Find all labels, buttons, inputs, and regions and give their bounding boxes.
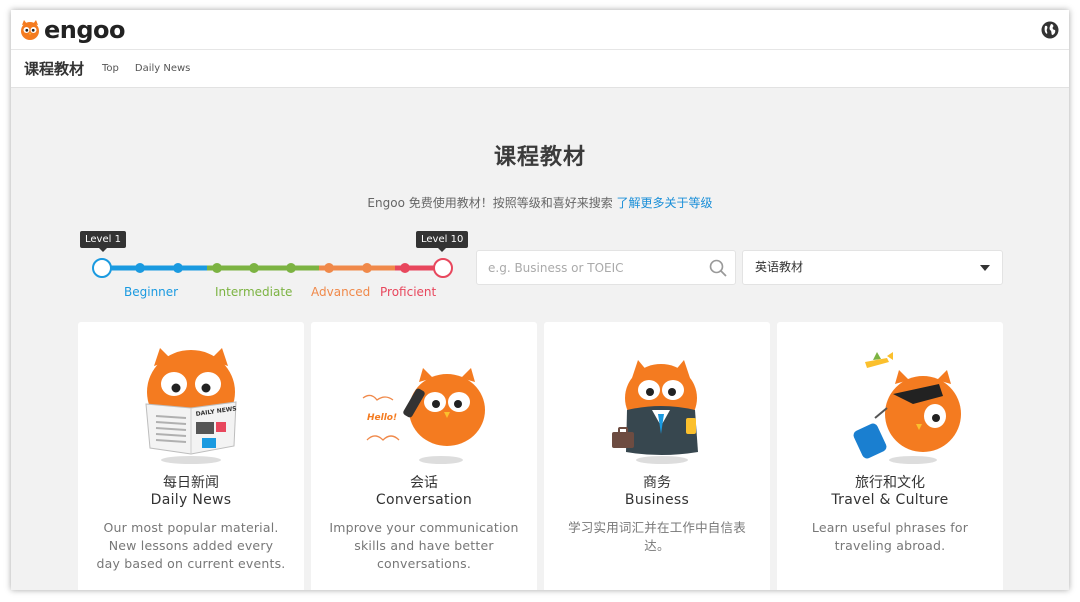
subnav-link-daily-news[interactable]: Daily News [135, 63, 191, 74]
category-select-value: 英语教材 [755, 260, 804, 274]
card-description: Learn useful phrases for traveling abroa… [811, 520, 969, 553]
subnav-title: 课程教材 [24, 60, 85, 78]
material-cards: DAILY NEWS 每日新闻 Daily News Our most popu… [78, 322, 1004, 590]
card-title-en: Business [624, 492, 690, 508]
intro-text-body: Engoo 免费使用教材！按照等级和喜好来搜索 [367, 196, 617, 210]
category-select[interactable]: 英语教材 [742, 250, 1003, 285]
level-label-advanced: Advanced [311, 285, 371, 299]
card-conversation[interactable]: Hello! 会话 Conversation Improve your comm… [311, 322, 537, 590]
card-title-cn: 每日新闻 [163, 475, 219, 491]
card-description: Our most popular material. New lessons a… [96, 520, 286, 571]
card-title-cn: 会话 [410, 475, 438, 491]
card-title-en: Conversation [375, 492, 473, 508]
level-dot-4 [212, 263, 222, 273]
card-business[interactable]: 商务 Business 学习实用词汇并在工作中自信表达。 [544, 322, 770, 590]
search-icon[interactable] [709, 259, 727, 277]
owl-business-icon [612, 360, 698, 464]
level-max-tag: Level 10 [416, 231, 469, 252]
level-label-proficient: Proficient [380, 285, 437, 299]
slider-handle-min[interactable] [92, 258, 112, 278]
globe-icon[interactable] [1041, 21, 1059, 39]
card-title-cn: 商务 [643, 475, 671, 491]
card-daily-news[interactable]: DAILY NEWS 每日新闻 Daily News Our most popu… [78, 322, 304, 590]
level-dot-6 [286, 263, 296, 273]
intro-text: Engoo 免费使用教材！按照等级和喜好来搜索 了解更多关于等级 [11, 194, 1069, 211]
chevron-down-icon [980, 265, 990, 271]
card-description: Improve your communication skills and ha… [329, 520, 519, 571]
level-dot-5 [249, 263, 259, 273]
search-input[interactable] [477, 251, 697, 284]
hello-bubble-text: Hello! [367, 413, 397, 423]
card-title-cn: 旅行和文化 [855, 475, 925, 491]
slider-handle-max[interactable] [433, 258, 453, 278]
page-title: 课程教材 [493, 145, 586, 170]
sub-navigation: 课程教材 Top Daily News [11, 50, 1069, 88]
owl-newspaper-icon: DAILY NEWS [145, 348, 237, 464]
logo-text: engoo [44, 16, 126, 44]
level-dot-9 [400, 263, 410, 273]
owl-travel-icon [853, 352, 961, 464]
browser-viewport: engoo 课程教材 Top Daily News 课程教材 Engoo 免费使… [11, 10, 1069, 590]
level-dot-7 [324, 263, 334, 273]
subnav-link-top[interactable]: Top [102, 63, 119, 74]
owl-logo-icon [21, 20, 39, 40]
search-field [476, 250, 736, 285]
level-dot-2 [135, 263, 145, 273]
card-travel-culture[interactable]: 旅行和文化 Travel & Culture Learn useful phra… [777, 322, 1003, 590]
learn-about-levels-link[interactable]: 了解更多关于等级 [617, 196, 713, 210]
top-header: engoo [11, 10, 1069, 50]
level-label-beginner: Beginner [124, 285, 179, 299]
card-description: 学习实用词汇并在工作中自信表达。 [568, 520, 746, 553]
card-title-en: Travel & Culture [831, 492, 949, 508]
level-label-intermediate: Intermediate [215, 285, 293, 299]
level-min-tag: Level 1 [80, 231, 126, 252]
card-title-en: Daily News [150, 492, 232, 508]
level-dot-3 [173, 263, 183, 273]
engoo-logo[interactable]: engoo [19, 16, 126, 44]
level-dot-8 [362, 263, 372, 273]
owl-phone-icon: Hello! [362, 368, 485, 464]
level-range-slider[interactable] [91, 257, 471, 279]
